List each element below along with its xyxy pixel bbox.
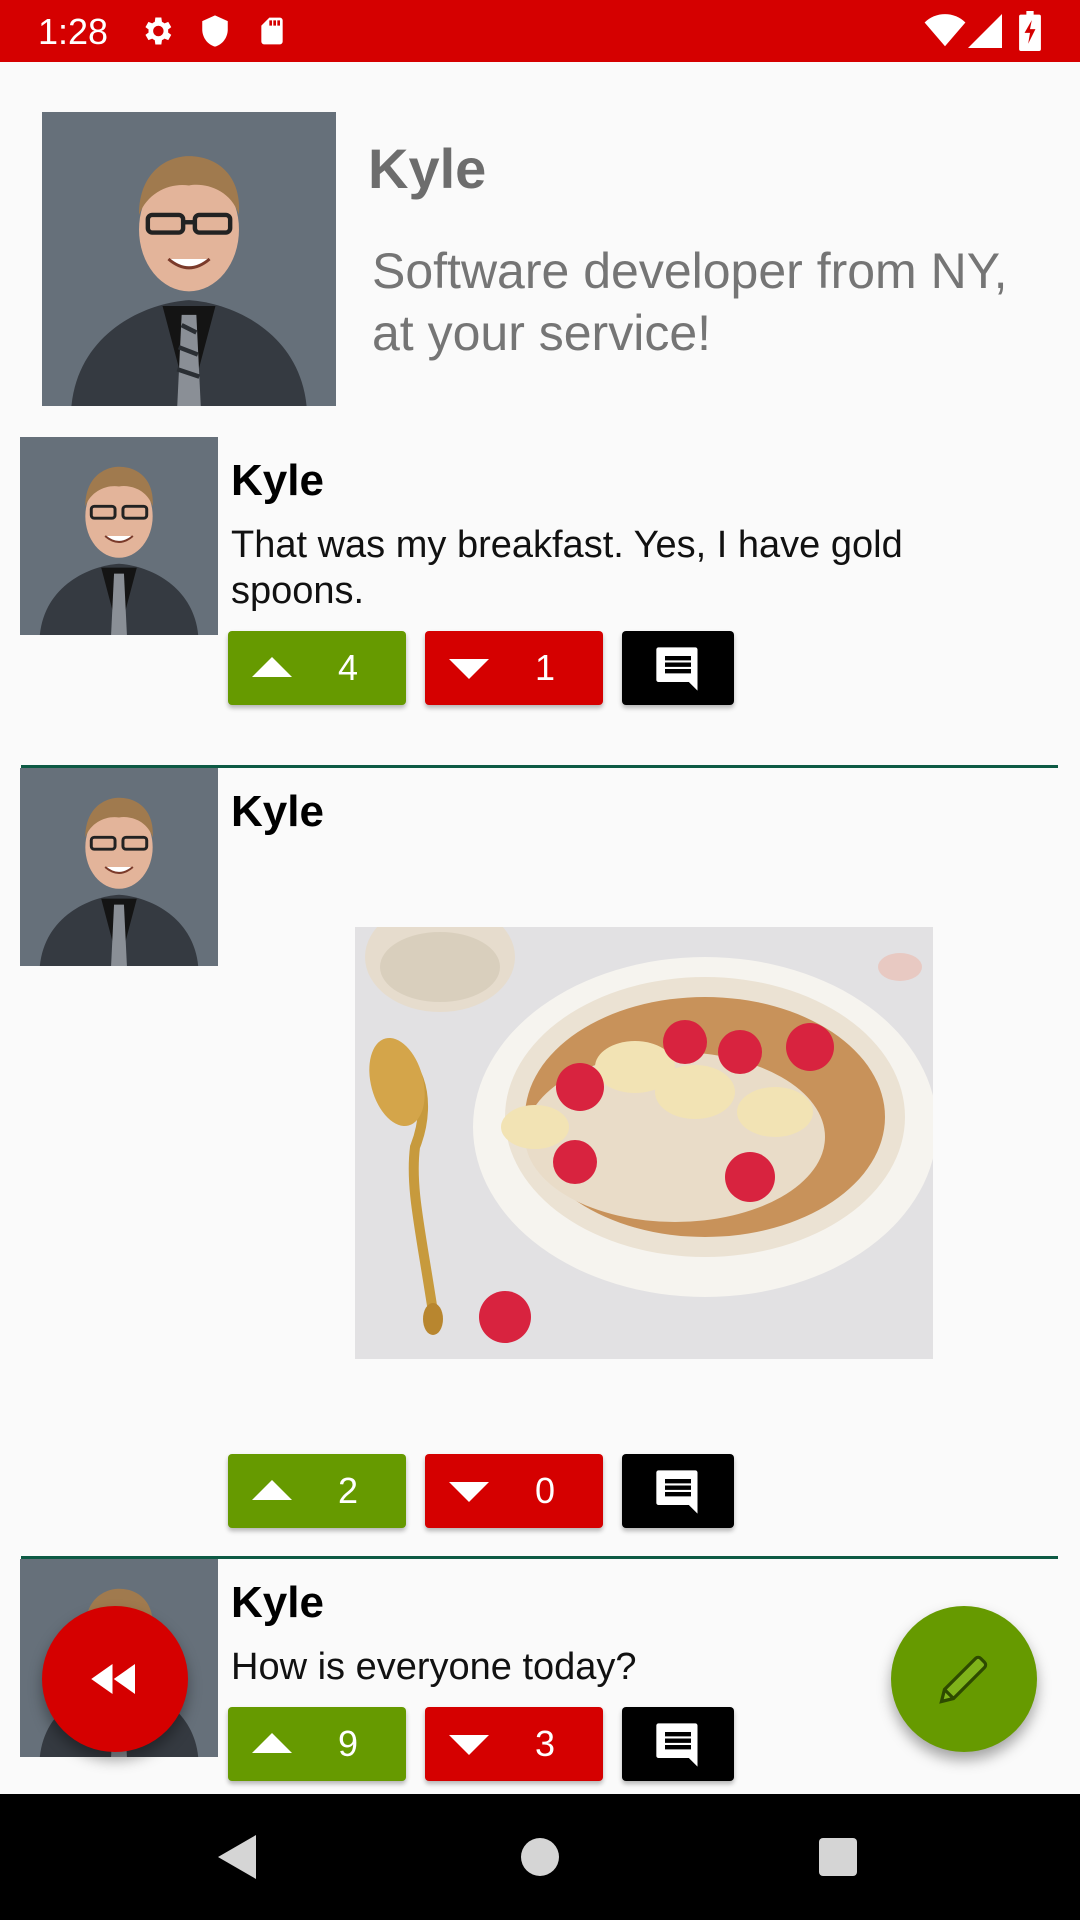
cell-signal-icon — [968, 14, 1002, 53]
arrow-down-icon — [449, 1735, 489, 1755]
status-time: 1:28 — [38, 11, 109, 52]
comment-icon — [656, 1470, 698, 1514]
arrow-down-icon — [449, 1482, 489, 1502]
recents-button[interactable] — [808, 1827, 868, 1887]
recents-icon — [819, 1838, 857, 1876]
upvote-count: 9 — [337, 1723, 359, 1764]
downvote-count: 1 — [534, 647, 556, 688]
arrow-up-icon — [252, 1480, 292, 1500]
home-button[interactable] — [510, 1827, 570, 1887]
post-image[interactable] — [355, 902, 937, 1359]
post-text: That was my breakfast. Yes, I have gold … — [231, 524, 903, 612]
upvote-button[interactable]: 2 — [228, 1454, 406, 1528]
navigation-bar — [0, 1794, 1080, 1920]
compose-fab[interactable] — [891, 1606, 1037, 1752]
back-button[interactable] — [208, 1827, 268, 1887]
gear-icon — [139, 13, 175, 54]
downvote-button[interactable]: 1 — [425, 631, 603, 705]
sd-card-icon — [256, 13, 288, 54]
upvote-count: 2 — [337, 1470, 359, 1511]
home-icon — [521, 1838, 559, 1876]
post-avatar[interactable] — [20, 768, 218, 966]
arrow-up-icon — [252, 657, 292, 677]
profile-photo — [42, 112, 336, 406]
upvote-button[interactable]: 9 — [228, 1707, 406, 1781]
comment-icon — [656, 1723, 698, 1767]
comment-icon — [656, 647, 698, 691]
post-author: Kyle — [231, 456, 324, 505]
rewind-icon — [91, 1664, 135, 1694]
comment-button[interactable] — [622, 1454, 734, 1528]
comment-button[interactable] — [622, 1707, 734, 1781]
pencil-icon — [939, 1655, 988, 1704]
post-text: How is everyone today? — [231, 1646, 637, 1688]
status-bar: 1:28 — [0, 0, 1080, 62]
profile-bio: Software developer from NY, at your serv… — [372, 243, 1008, 361]
post-author: Kyle — [231, 787, 324, 836]
downvote-count: 0 — [534, 1470, 556, 1511]
back-icon — [218, 1835, 256, 1879]
upvote-button[interactable]: 4 — [228, 631, 406, 705]
downvote-button[interactable]: 3 — [425, 1707, 603, 1781]
post-avatar[interactable] — [20, 437, 218, 635]
rewind-fab[interactable] — [42, 1606, 188, 1752]
downvote-button[interactable]: 0 — [425, 1454, 603, 1528]
downvote-count: 3 — [534, 1723, 556, 1764]
arrow-up-icon — [252, 1733, 292, 1753]
arrow-down-icon — [449, 659, 489, 679]
wifi-icon — [924, 14, 966, 53]
comment-button[interactable] — [622, 631, 734, 705]
post-author: Kyle — [231, 1578, 324, 1627]
shield-icon — [198, 13, 232, 54]
upvote-count: 4 — [337, 647, 359, 688]
profile-name: Kyle — [368, 137, 487, 200]
battery-charging-icon — [1019, 11, 1041, 56]
